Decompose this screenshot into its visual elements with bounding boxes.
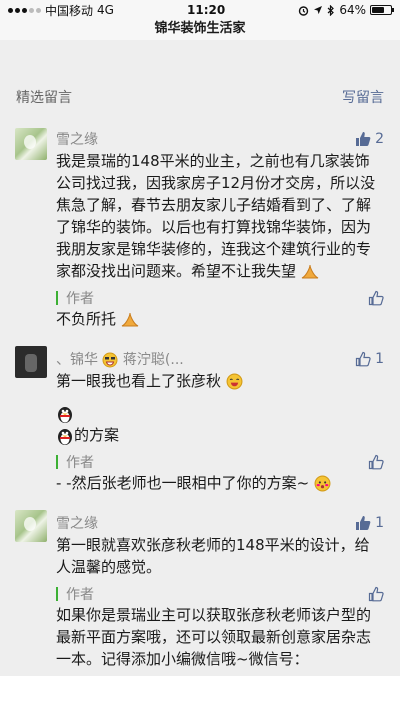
reply-like-button[interactable] <box>368 290 384 306</box>
bluetooth-icon <box>327 4 335 16</box>
comment-nickname: 雪之缘 <box>56 132 98 148</box>
like-button[interactable]: 1 <box>355 351 384 367</box>
alarm-icon <box>298 5 309 16</box>
like-button[interactable]: 2 <box>355 131 384 147</box>
penguin-emoji-icon <box>56 426 74 446</box>
pray-emoji-icon <box>301 264 319 280</box>
location-icon <box>313 5 323 15</box>
clock: 11:20 <box>187 3 226 17</box>
avatar <box>15 346 47 378</box>
author-reply: 作者 - -然后张老师也一眼相中了你的方案~ <box>56 452 384 494</box>
reply-text: 如果你是景瑞业主可以获取张彦秋老师该户型的最新平面方案哦，还可以领取最新创意家居… <box>56 606 372 668</box>
comment-item: 雪之缘 2 我是景瑞的148平米的业主，之前也有几家装饰公司找过我，因我家房子1… <box>0 118 400 336</box>
reply-like-button[interactable] <box>368 586 384 602</box>
thumbs-up-icon <box>356 132 371 146</box>
featured-comments-title: 精选留言 <box>16 90 72 106</box>
avatar <box>15 510 47 542</box>
comment-nickname: 、锦华 蒋泞聪(... <box>56 352 184 368</box>
reply-author-label: 作者 <box>66 587 94 603</box>
avatar <box>15 128 47 160</box>
comment-text: 的方案 <box>74 426 120 444</box>
spacer <box>0 40 400 76</box>
shy-emoji-icon <box>314 475 331 492</box>
battery-percent: 64% <box>339 3 366 17</box>
nav-bar: 锦华装饰生活家 <box>0 20 400 40</box>
reply-text: 不负所托 <box>56 310 117 328</box>
author-reply: 作者 不负所托 <box>56 288 384 330</box>
comments-header: 精选留言 写留言 <box>0 76 400 118</box>
comment-text: 第一眼就喜欢张彦秋老师的148平米的设计，给人温馨的感觉。 <box>56 536 370 576</box>
page-title: 锦华装饰生活家 <box>154 21 246 36</box>
comment-list: 雪之缘 2 我是景瑞的148平米的业主，之前也有几家装饰公司找过我，因我家房子1… <box>0 118 400 676</box>
laugh-emoji-icon <box>226 373 243 390</box>
reply-text: - -然后张老师也一眼相中了你的方案~ <box>56 474 310 492</box>
author-reply: 作者 如果你是景瑞业主可以获取张彦秋老师该户型的最新平面方案哦，还可以领取最新创… <box>56 584 384 670</box>
reply-like-button[interactable] <box>368 454 384 470</box>
pray-emoji-icon <box>121 312 139 328</box>
carrier-label: 中国移动 <box>45 3 94 18</box>
like-count: 2 <box>375 131 384 147</box>
signal-icon <box>8 7 41 13</box>
comment-item: 、锦华 蒋泞聪(... 1 第一眼我也看上了张彦秋 的方案 作者 - -然后张老… <box>0 336 400 500</box>
battery-icon <box>369 5 394 15</box>
thumbs-up-outline-icon <box>355 351 371 367</box>
comment-text: 第一眼我也看上了张彦秋 <box>56 372 222 390</box>
network-label: 4G <box>97 3 114 17</box>
penguin-emoji-icon <box>56 404 74 424</box>
thumbs-up-outline-icon <box>368 454 384 470</box>
like-button[interactable]: 1 <box>355 515 384 531</box>
comment-item: 雪之缘 1 第一眼就喜欢张彦秋老师的148平米的设计，给人温馨的感觉。 作者 如… <box>0 500 400 676</box>
like-count: 1 <box>375 351 384 367</box>
comment-text: 我是景瑞的148平米的业主，之前也有几家装饰公司找过我，因我家房子12月份才交房… <box>56 152 376 280</box>
comment-nickname: 雪之缘 <box>56 516 98 532</box>
like-count: 1 <box>375 515 384 531</box>
thumbs-up-outline-icon <box>368 290 384 306</box>
write-comment-button[interactable]: 写留言 <box>342 87 384 107</box>
status-bar: 中国移动 4G 11:20 64% <box>0 0 400 20</box>
grin-emoji-icon <box>102 352 118 368</box>
reply-author-label: 作者 <box>66 455 94 471</box>
thumbs-up-outline-icon <box>368 586 384 602</box>
reply-author-label: 作者 <box>66 291 94 307</box>
thumbs-up-icon <box>356 516 371 530</box>
